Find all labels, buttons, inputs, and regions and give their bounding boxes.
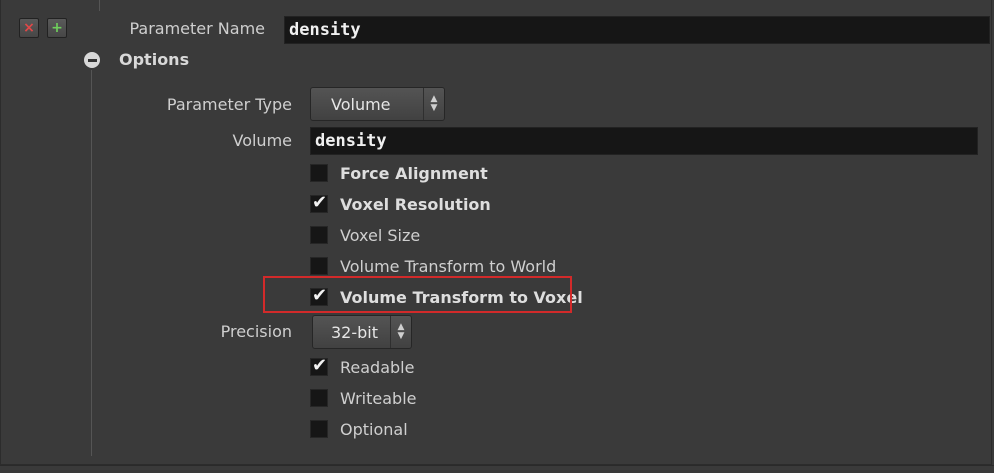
voxel-resolution-checkbox[interactable]: ✔ <box>310 192 328 213</box>
readable-checkbox-row[interactable]: ✔ Readable <box>310 355 414 379</box>
volume-label: Volume <box>232 131 292 150</box>
voxel-size-checkbox[interactable] <box>310 226 328 244</box>
parameter-name-field[interactable]: density <box>284 16 990 44</box>
voxel-resolution-label: Voxel Resolution <box>340 194 491 214</box>
volume-field[interactable]: density <box>310 127 978 155</box>
panel-frame <box>0 0 992 465</box>
checkmark-icon: ✔ <box>312 355 328 376</box>
parameter-name-label: Parameter Name <box>129 19 265 38</box>
highlight-annotation-box <box>263 276 572 313</box>
parameter-type-dropdown[interactable]: Volume ▲ ▼ <box>310 87 445 121</box>
volume-transform-world-label: Volume Transform to World <box>340 256 557 276</box>
force-alignment-checkbox-row[interactable]: Force Alignment <box>310 161 488 185</box>
checkmark-icon: ✔ <box>312 192 328 213</box>
force-alignment-label: Force Alignment <box>340 163 488 183</box>
precision-dropdown[interactable]: 32-bit ▲ ▼ <box>312 315 412 349</box>
options-tree-line <box>91 70 92 456</box>
collapse-icon[interactable] <box>84 52 100 68</box>
optional-label: Optional <box>340 419 408 439</box>
header-divider <box>99 0 100 11</box>
volume-transform-world-checkbox[interactable] <box>310 257 328 275</box>
parameter-type-value: Volume <box>331 94 391 114</box>
close-icon: × <box>23 20 35 36</box>
force-alignment-checkbox[interactable] <box>310 164 328 182</box>
readable-label: Readable <box>340 357 415 377</box>
precision-value: 32-bit <box>331 322 379 342</box>
precision-label: Precision <box>220 322 292 341</box>
writeable-label: Writeable <box>340 388 417 408</box>
optional-checkbox-row[interactable]: Optional <box>310 417 408 441</box>
writeable-checkbox-row[interactable]: Writeable <box>310 386 417 410</box>
voxel-size-label: Voxel Size <box>340 225 421 245</box>
parameter-type-label: Parameter Type <box>166 95 292 114</box>
dropdown-arrows-icon: ▲ ▼ <box>423 88 444 120</box>
voxel-size-checkbox-row[interactable]: Voxel Size <box>310 223 420 247</box>
plus-icon: + <box>51 20 63 36</box>
voxel-resolution-checkbox-row[interactable]: ✔ Voxel Resolution <box>310 192 491 216</box>
writeable-checkbox[interactable] <box>310 389 328 407</box>
bottom-divider <box>0 465 994 466</box>
options-section-title: Options <box>119 50 190 69</box>
volume-transform-world-checkbox-row[interactable]: Volume Transform to World <box>310 254 556 278</box>
optional-checkbox[interactable] <box>310 420 328 438</box>
dropdown-arrows-icon: ▲ ▼ <box>390 316 411 348</box>
readable-checkbox[interactable]: ✔ <box>310 355 328 376</box>
remove-parameter-button[interactable]: × <box>19 18 39 38</box>
add-parameter-button[interactable]: + <box>47 18 67 38</box>
